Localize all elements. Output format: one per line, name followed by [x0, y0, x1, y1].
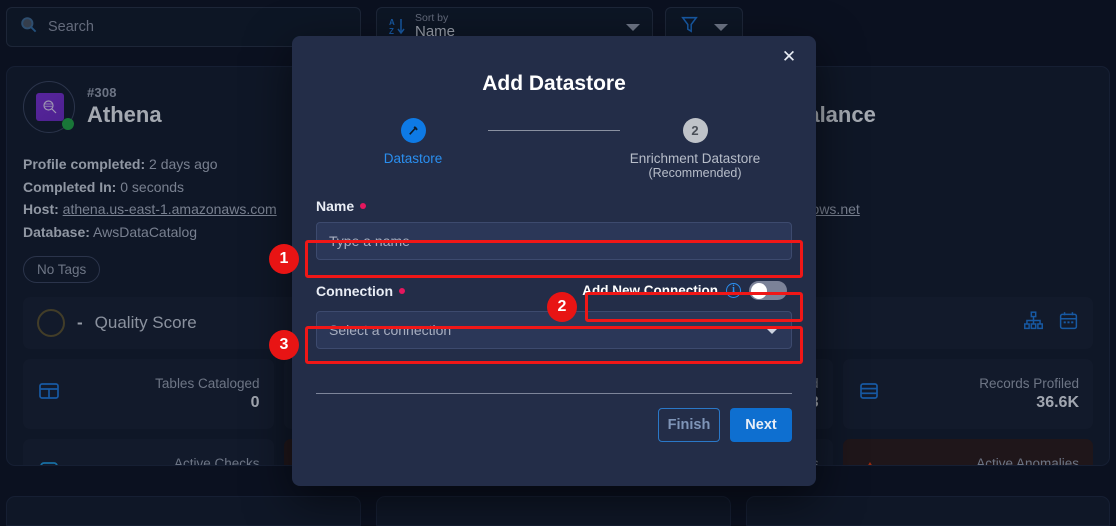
- name-input[interactable]: Type a name: [316, 222, 792, 260]
- add-new-connection-label: Add New Connection: [582, 283, 718, 298]
- annotation-badge-3: 3: [269, 330, 299, 360]
- finish-button[interactable]: Finish: [658, 408, 720, 442]
- step-1-label: Datastore: [383, 151, 443, 166]
- add-datastore-modal: ✕ Add Datastore Datastore 2 Enrichment D…: [292, 36, 816, 486]
- toggle-knob: [750, 282, 767, 299]
- step-2-marker: 2: [682, 118, 708, 143]
- modal-title: Add Datastore: [482, 72, 626, 95]
- step-2-label: Enrichment Datastore: [629, 151, 761, 166]
- add-new-connection-toggle-group[interactable]: Add New Connection i: [577, 278, 792, 303]
- name-field-label: Name: [316, 198, 792, 214]
- step-datastore[interactable]: Datastore: [338, 118, 488, 166]
- next-button[interactable]: Next: [730, 408, 792, 442]
- close-icon[interactable]: ✕: [778, 46, 800, 68]
- required-indicator: [360, 203, 367, 209]
- annotation-badge-2: 2: [547, 292, 577, 322]
- info-icon[interactable]: i: [726, 283, 741, 298]
- required-indicator: [399, 287, 405, 294]
- connection-select-placeholder: Select a connection: [329, 322, 452, 338]
- modal-divider: [316, 393, 792, 394]
- name-input-placeholder: Type a name: [329, 233, 410, 249]
- step-1-marker: [400, 118, 426, 143]
- annotation-badge-1: 1: [269, 244, 299, 274]
- step-enrichment-datastore[interactable]: 2 Enrichment Datastore (Recommended): [620, 118, 770, 180]
- name-label-text: Name: [316, 198, 355, 214]
- chevron-down-icon[interactable]: [765, 326, 779, 334]
- connection-label-text: Connection: [316, 282, 393, 299]
- step-2-sublabel: (Recommended): [648, 166, 742, 180]
- app-root: Search A Z Sort by Name #308 Athena Prof…: [0, 0, 1116, 526]
- add-new-connection-toggle[interactable]: [749, 281, 787, 300]
- connection-field-label: Connection: [316, 283, 405, 299]
- stepper: Datastore 2 Enrichment Datastore (Recomm…: [316, 118, 792, 180]
- modal-actions: Finish Next: [316, 408, 792, 442]
- stepper-connector: [488, 130, 620, 131]
